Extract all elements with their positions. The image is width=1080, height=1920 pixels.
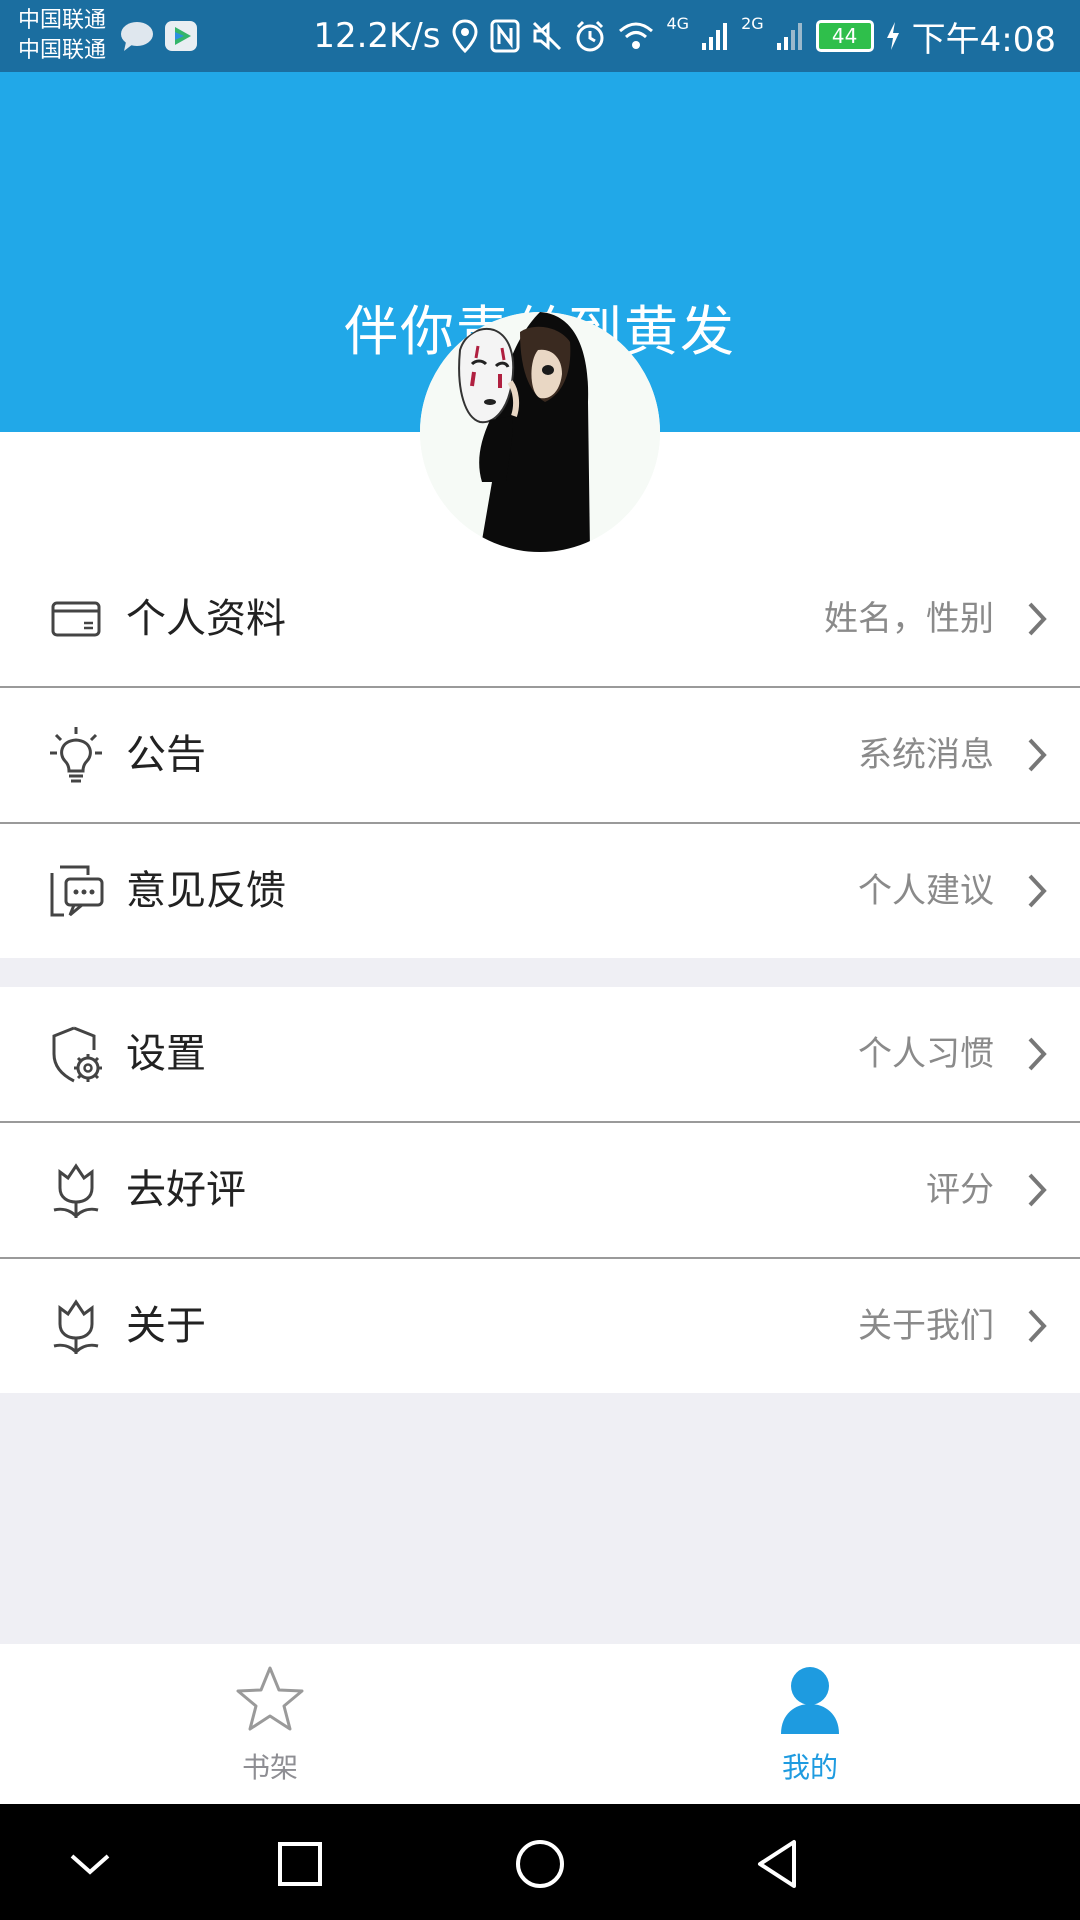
- menu-detail: 个人习惯: [858, 1034, 994, 1074]
- chevron-right-icon: [1028, 874, 1047, 908]
- menu-detail: 评分: [926, 1170, 994, 1210]
- feedback-icon: [50, 865, 104, 917]
- chevron-right-icon: [1028, 602, 1047, 636]
- home-button[interactable]: [510, 1834, 570, 1894]
- menu-detail: 姓名，性别: [824, 599, 994, 639]
- status-indicators: 12.2K/s 4G 2G 44 下午4:08: [313, 14, 1056, 60]
- menu-detail: 关于我们: [858, 1306, 994, 1346]
- status-bar: 中国联通 中国联通 12.2K/s 4G 2G 44 下午4:08: [0, 0, 1080, 72]
- shield-gear-icon: [52, 1026, 102, 1083]
- tab-bookshelf[interactable]: 书架: [0, 1644, 540, 1804]
- chevron-right-icon: [1028, 738, 1047, 772]
- carrier-2: 中国联通: [18, 38, 107, 63]
- menu-label: 关于: [126, 1303, 206, 1349]
- person-icon: [781, 1667, 839, 1734]
- charging-icon: [886, 22, 899, 50]
- menu-item-settings[interactable]: 设置 个人习惯: [0, 987, 1080, 1123]
- message-icon: [121, 22, 153, 51]
- tulip-icon: [53, 1163, 99, 1218]
- menu-item-feedback[interactable]: 意见反馈 个人建议: [0, 824, 1080, 958]
- menu-group-2: 设置 个人习惯 去好评 评分 关于 关于我们: [0, 987, 1080, 1393]
- menu-detail: 个人建议: [858, 871, 994, 911]
- clock: 下午4:08: [911, 19, 1056, 60]
- menu-item-rate[interactable]: 去好评 评分: [0, 1123, 1080, 1259]
- id-card-icon: [51, 601, 101, 637]
- menu-item-about[interactable]: 关于 关于我们: [0, 1259, 1080, 1393]
- chevron-down-icon[interactable]: [60, 1834, 120, 1894]
- net-2g-label: 2G: [741, 14, 764, 33]
- menu-detail: 系统消息: [858, 735, 994, 775]
- star-icon: [236, 1666, 304, 1731]
- tab-label: 我的: [781, 1751, 838, 1784]
- lightbulb-icon: [50, 727, 102, 783]
- wifi-icon: [619, 22, 654, 49]
- video-app-icon: [165, 21, 197, 51]
- chevron-right-icon: [1028, 1037, 1047, 1071]
- signal-icon: [702, 23, 728, 50]
- avatar[interactable]: [420, 312, 660, 552]
- menu-group-1: 个人资料 姓名，性别 公告 系统消息 意见反馈 个人建议: [0, 552, 1080, 958]
- back-button[interactable]: [750, 1834, 810, 1894]
- chevron-right-icon: [1028, 1309, 1047, 1343]
- location-icon: [452, 19, 478, 53]
- system-nav-bar: [0, 1804, 1080, 1920]
- carrier-1: 中国联通: [18, 8, 107, 33]
- nfc-icon: [490, 19, 520, 53]
- menu-item-notice[interactable]: 公告 系统消息: [0, 688, 1080, 824]
- menu-label: 设置: [126, 1031, 206, 1077]
- tulip-icon: [53, 1299, 99, 1354]
- tab-label: 书架: [241, 1751, 298, 1784]
- recent-apps-button[interactable]: [270, 1834, 330, 1894]
- alarm-icon: [576, 20, 604, 52]
- menu-label: 公告: [126, 732, 206, 778]
- battery-icon: 44: [815, 20, 874, 52]
- battery-level: 44: [831, 24, 858, 48]
- menu-label: 去好评: [126, 1167, 246, 1213]
- tab-bar: 书架 我的: [0, 1644, 1080, 1804]
- tab-mine[interactable]: 我的: [540, 1644, 1080, 1804]
- menu-label: 个人资料: [126, 596, 286, 642]
- avatar-image: [420, 312, 660, 552]
- menu-item-profile[interactable]: 个人资料 姓名，性别: [0, 552, 1080, 688]
- net-speed: 12.2K/s: [313, 16, 441, 56]
- mute-icon: [533, 21, 562, 51]
- menu-label: 意见反馈: [126, 868, 286, 914]
- net-4g-label: 4G: [666, 14, 690, 33]
- chevron-right-icon: [1028, 1173, 1047, 1207]
- signal-2-icon: [776, 23, 802, 50]
